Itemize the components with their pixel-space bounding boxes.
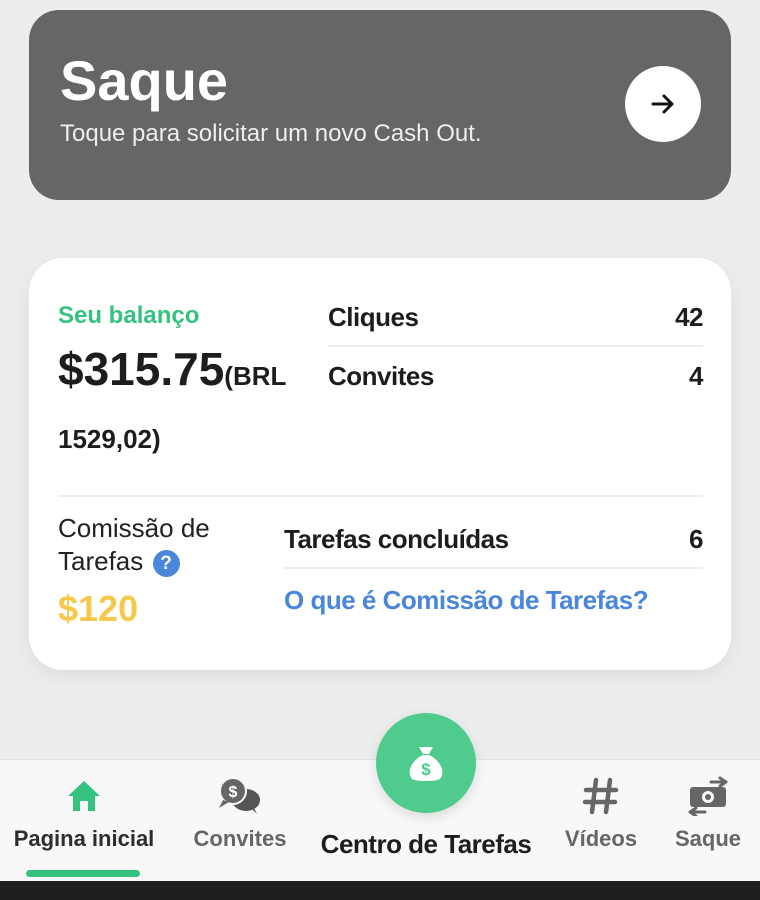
balance-brl-prefix: (BRL xyxy=(224,361,287,391)
commission-amount: $120 xyxy=(58,588,139,629)
cash-exchange-icon xyxy=(688,776,728,816)
stat-value: 6 xyxy=(689,524,703,554)
balance-usd: $315.75 xyxy=(58,343,225,395)
nav-item-convites[interactable]: $ Convites xyxy=(185,776,295,852)
balance-amount: $315.75(BRL 1529,02) xyxy=(58,343,298,454)
nav-item-home[interactable]: Pagina inicial xyxy=(6,776,162,852)
svg-text:$: $ xyxy=(421,760,431,779)
divider xyxy=(284,567,703,569)
system-bar xyxy=(0,881,760,900)
stat-row-convites: Convites 4 xyxy=(328,361,703,392)
help-icon[interactable]: ? xyxy=(152,549,180,577)
saque-title: Saque xyxy=(60,49,229,112)
nav-label: Vídeos xyxy=(564,826,638,851)
nav-label: Saque xyxy=(674,826,742,851)
saque-subtitle: Toque para solicitar um novo Cash Out. xyxy=(60,120,482,147)
stat-label: Tarefas concluídas xyxy=(284,524,509,554)
balance-card: Seu balanço $315.75(BRL 1529,02) Cliques… xyxy=(29,258,731,670)
stat-label: Cliques xyxy=(328,302,419,332)
divider xyxy=(328,345,703,347)
balance-brl-value: 1529,02) xyxy=(58,424,161,454)
saque-card[interactable]: Saque Toque para solicitar um novo Cash … xyxy=(29,10,731,200)
commission-info-link[interactable]: O que é Comissão de Tarefas? xyxy=(284,585,649,616)
task-center-label[interactable]: Centro de Tarefas xyxy=(300,829,552,860)
nav-item-videos[interactable]: Vídeos xyxy=(555,776,647,852)
svg-text:$: $ xyxy=(229,784,238,801)
nav-active-indicator xyxy=(26,870,140,877)
balance-label: Seu balanço xyxy=(58,302,200,329)
task-center-button[interactable]: $ xyxy=(376,713,476,813)
commission-label-line1: Comissão de xyxy=(58,513,210,543)
home-icon xyxy=(68,781,100,811)
nav-item-saque[interactable]: Saque xyxy=(668,776,748,852)
stat-value: 4 xyxy=(689,361,703,391)
arrow-right-icon xyxy=(651,94,674,114)
commission-label-line2: Tarefas xyxy=(58,546,144,576)
nav-label: Convites xyxy=(193,826,287,851)
stat-label: Convites xyxy=(328,361,434,391)
divider xyxy=(58,495,703,497)
chat-dollar-icon: $ xyxy=(219,777,260,814)
stat-row-cliques: Cliques 42 xyxy=(328,302,703,333)
stat-value: 42 xyxy=(675,302,703,332)
saque-arrow-button[interactable] xyxy=(625,66,701,142)
commission-label: Comissão de Tarefas ? xyxy=(58,512,238,578)
money-bag-icon: $ xyxy=(409,747,443,781)
stat-row-tarefas: Tarefas concluídas 6 xyxy=(284,524,703,555)
nav-label: Pagina inicial xyxy=(13,826,155,851)
hash-icon xyxy=(582,777,619,815)
